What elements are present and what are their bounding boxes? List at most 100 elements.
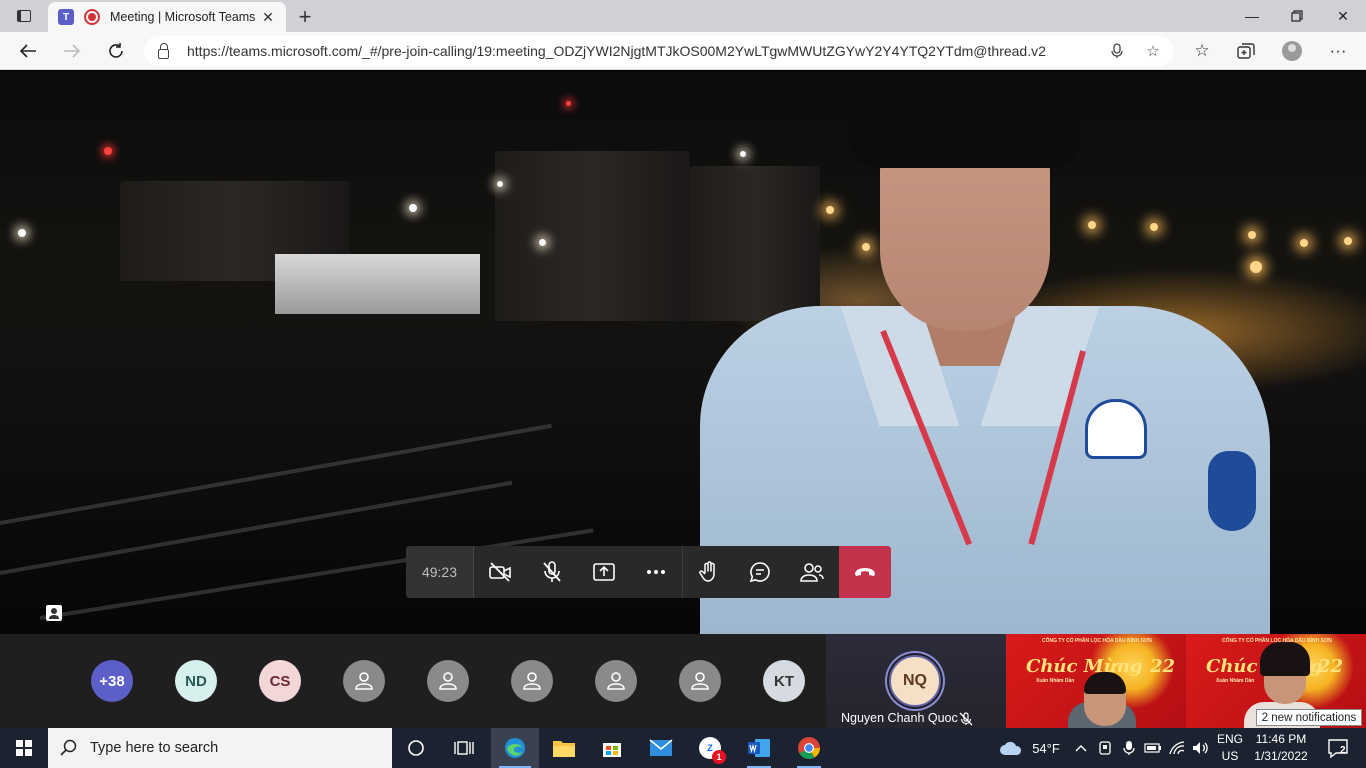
mute-button[interactable] xyxy=(526,546,578,598)
subtitle-text: Xuân Nhâm Dần xyxy=(1216,678,1255,684)
more-icon[interactable]: ··· xyxy=(1323,38,1353,64)
banner-text: CÔNG TY CỔ PHẦN LỌC HÓA DẦU BÌNH SƠN xyxy=(1042,638,1152,644)
url-text[interactable]: https://teams.microsoft.com/_#/pre-join-… xyxy=(187,43,1046,59)
back-icon[interactable] xyxy=(14,38,42,64)
participant-avatar[interactable] xyxy=(595,660,637,702)
battery-icon[interactable] xyxy=(1142,728,1164,768)
active-speaker-tile[interactable]: NQ Nguyen Chanh Quoc xyxy=(826,634,1006,728)
participant-strip: +38 ND CS KT NQ Nguyen Chanh Quoc CÔNG T… xyxy=(0,634,1366,728)
chrome-icon[interactable] xyxy=(785,728,833,768)
store-icon[interactable] xyxy=(588,728,636,768)
call-timer: 49:23 xyxy=(406,546,474,598)
participant-video-tile[interactable]: CÔNG TY CỔ PHẦN LỌC HÓA DẦU BÌNH SƠN Chú… xyxy=(1006,634,1186,728)
participant-avatar[interactable] xyxy=(343,660,385,702)
forward-icon[interactable] xyxy=(58,38,86,64)
mic-off-icon xyxy=(959,712,973,726)
tab-teams-meeting[interactable]: T Meeting | Microsoft Teams ✕ xyxy=(48,2,286,32)
microphone-icon[interactable] xyxy=(1118,728,1140,768)
participant-avatar[interactable] xyxy=(427,660,469,702)
share-screen-button[interactable] xyxy=(578,546,630,598)
chevron-up-icon[interactable] xyxy=(1070,728,1092,768)
task-view-icon[interactable] xyxy=(440,728,488,768)
refresh-icon[interactable] xyxy=(102,38,130,64)
new-tab-icon[interactable]: + xyxy=(294,4,316,30)
wifi-icon[interactable] xyxy=(1166,728,1188,768)
share-screen-icon xyxy=(593,563,615,581)
hang-up-icon xyxy=(855,568,875,576)
profile-icon[interactable] xyxy=(1277,38,1307,64)
address-bar: https://teams.microsoft.com/_#/pre-join-… xyxy=(0,32,1366,70)
person-icon xyxy=(607,672,625,690)
subtitle-text: Xuân Nhâm Dần xyxy=(1036,678,1075,684)
recording-icon xyxy=(84,9,100,25)
maximize-icon[interactable] xyxy=(1274,0,1320,32)
collections-icon[interactable] xyxy=(1231,38,1261,64)
camera-off-icon xyxy=(489,562,511,582)
active-speaker-name: Nguyen Chanh Quoc xyxy=(841,711,958,725)
call-controls: 49:23 xyxy=(406,546,891,598)
hang-up-button[interactable] xyxy=(839,546,891,598)
mic-off-icon xyxy=(543,561,561,582)
language-code: ENG xyxy=(1216,732,1243,746)
person-icon xyxy=(439,672,457,690)
notification-toast[interactable]: 2 new notifications xyxy=(1256,709,1362,726)
favorites-icon[interactable]: ☆ xyxy=(1187,38,1217,64)
action-center-button[interactable]: 2 xyxy=(1318,728,1358,768)
participant-avatar[interactable]: CS xyxy=(259,660,301,702)
raise-hand-icon xyxy=(698,561,715,582)
window-close-icon[interactable]: ✕ xyxy=(1320,0,1366,32)
weather-temp[interactable]: 54°F xyxy=(1026,728,1066,768)
badge-icon xyxy=(1085,399,1147,459)
chat-button[interactable] xyxy=(734,546,786,598)
search-placeholder: Type here to search xyxy=(90,740,219,756)
url-field[interactable]: https://teams.microsoft.com/_#/pre-join-… xyxy=(144,36,1174,66)
edge-icon[interactable] xyxy=(491,728,539,768)
shoulder-patch-icon xyxy=(1208,451,1256,531)
volume-icon[interactable] xyxy=(1190,728,1212,768)
participants-icon xyxy=(800,563,824,582)
camera-off-button[interactable] xyxy=(474,546,526,598)
pin-participant-icon[interactable] xyxy=(45,604,63,622)
add-favorite-icon[interactable]: ☆ xyxy=(1140,36,1166,66)
year-text: 22 xyxy=(1150,656,1176,677)
search-icon xyxy=(60,739,77,756)
tab-actions-icon[interactable] xyxy=(10,6,38,26)
tab-title: Meeting | Microsoft Teams xyxy=(110,10,256,24)
lock-icon[interactable] xyxy=(158,42,169,59)
participants-button[interactable] xyxy=(786,546,838,598)
raise-hand-button[interactable] xyxy=(682,546,734,598)
clock-date: 1/31/2022 xyxy=(1254,749,1308,763)
clock-time: 11:46 PM xyxy=(1255,732,1307,746)
more-actions-icon xyxy=(647,570,665,574)
microphone-icon[interactable] xyxy=(1104,36,1130,66)
region-code: US xyxy=(1221,749,1239,763)
chat-icon xyxy=(749,562,770,583)
meet-now-icon[interactable] xyxy=(1094,728,1116,768)
person-icon xyxy=(523,672,541,690)
close-icon[interactable]: ✕ xyxy=(260,9,276,26)
teams-favicon-icon: T xyxy=(58,9,74,25)
participant-avatar[interactable]: KT xyxy=(763,660,805,702)
minimize-icon[interactable]: — xyxy=(1229,0,1275,32)
year-text: 22 xyxy=(1318,656,1344,677)
greeting-text: Chúc Mừng xyxy=(1026,656,1143,677)
taskbar-search[interactable]: Type here to search xyxy=(48,728,392,768)
participant-avatar[interactable] xyxy=(679,660,721,702)
more-participants-button[interactable]: +38 xyxy=(91,660,133,702)
clock[interactable]: 11:46 PM 1/31/2022 xyxy=(1250,731,1312,765)
start-button[interactable] xyxy=(0,728,48,768)
person-icon xyxy=(355,672,373,690)
more-actions-button[interactable] xyxy=(630,546,682,598)
file-explorer-icon[interactable] xyxy=(540,728,588,768)
cortana-icon[interactable] xyxy=(392,728,440,768)
mail-icon[interactable] xyxy=(637,728,685,768)
participant-avatar[interactable]: ND xyxy=(175,660,217,702)
building xyxy=(275,254,480,314)
participant-avatar[interactable] xyxy=(511,660,553,702)
mail-badge: 1 xyxy=(712,750,726,764)
active-speaker-avatar: NQ xyxy=(889,655,941,707)
weather-icon[interactable] xyxy=(996,728,1026,768)
word-icon[interactable] xyxy=(735,728,783,768)
zalo-icon[interactable]: Z 1 xyxy=(686,728,734,768)
language-indicator[interactable]: ENG US xyxy=(1212,731,1248,765)
